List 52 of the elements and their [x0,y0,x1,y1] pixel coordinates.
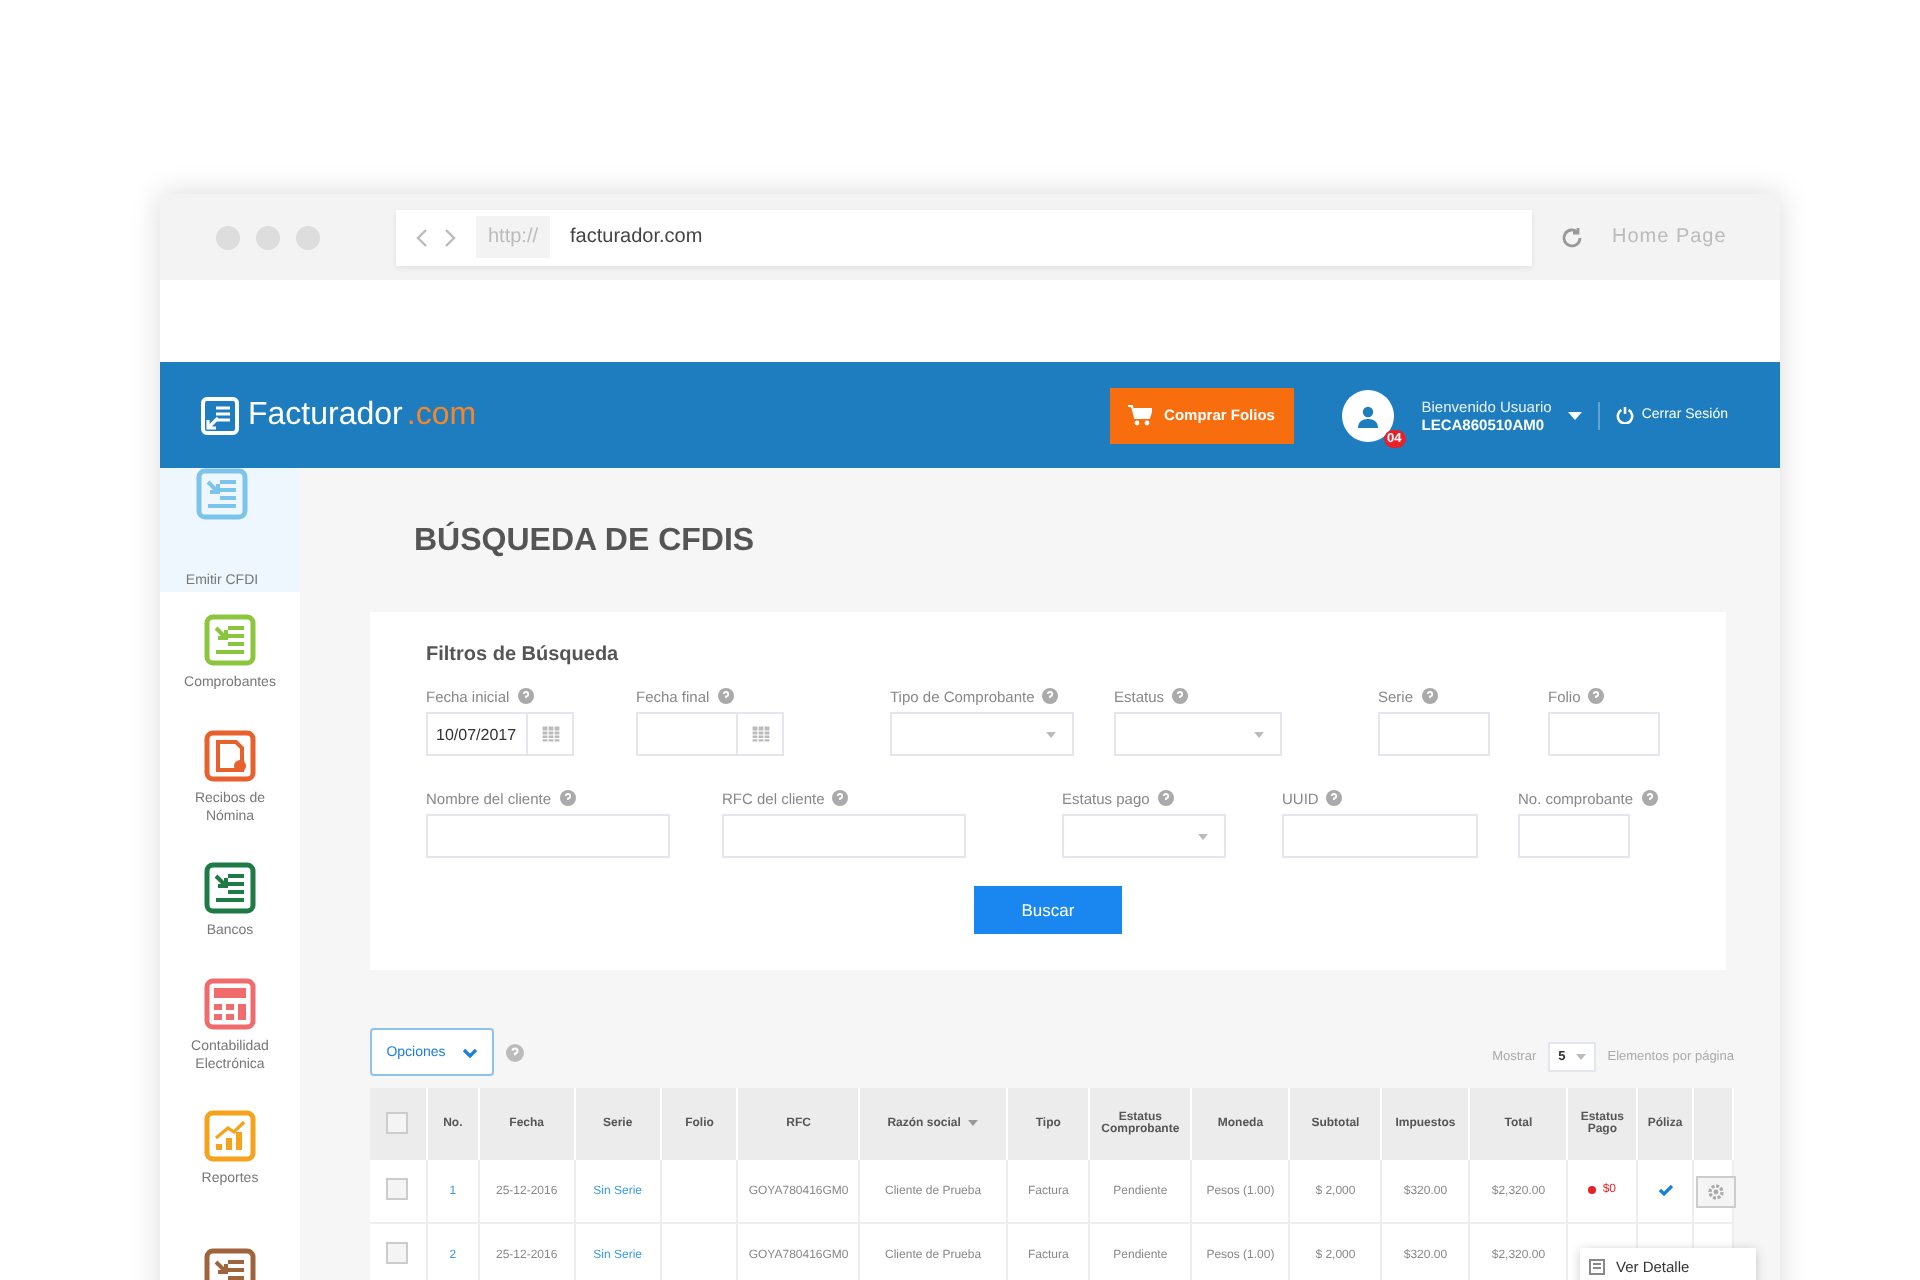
settings-button[interactable] [1695,1175,1736,1207]
protocol-label: http:// [476,216,551,258]
input-field[interactable] [1518,814,1630,858]
back-forward-icon[interactable] [416,227,456,247]
settings-icon [1705,1181,1726,1201]
help-icon[interactable] [1588,688,1605,704]
calendar-icon[interactable] [541,726,559,742]
logo-suffix: .com [406,397,477,433]
logo-icon [200,395,240,435]
row-checkbox[interactable] [386,1242,409,1264]
document-icon [1588,1258,1606,1276]
select-field[interactable] [1062,814,1226,858]
input-field[interactable] [1282,814,1478,858]
select-field[interactable] [890,712,1074,756]
date-field[interactable] [636,712,784,756]
caret-icon [1254,731,1264,737]
date-field[interactable]: 10/07/2017 [426,712,574,756]
address-bar[interactable]: http:// facturador.com [396,209,1532,265]
input-field[interactable] [426,814,670,858]
select-field[interactable] [1114,712,1282,756]
caret-icon [1198,833,1208,839]
help-icon[interactable] [559,790,576,806]
calendar-icon[interactable] [751,726,769,742]
help-icon[interactable] [1172,688,1189,704]
cart-icon [1128,404,1153,426]
help-icon[interactable] [517,688,534,704]
help-icon[interactable] [832,790,849,806]
sort-icon[interactable] [968,1119,979,1126]
help-icon[interactable] [1157,790,1174,806]
select-all-checkbox[interactable] [386,1111,409,1133]
page-title: BÚSQUEDA DE CFDIS [414,524,757,560]
url-text: facturador.com [570,226,703,248]
reload-icon[interactable] [1560,225,1584,249]
caret-icon [1575,1054,1586,1060]
power-icon [1615,406,1634,424]
input-field[interactable] [1548,712,1660,756]
chevron-down-icon [461,1047,478,1057]
input-field[interactable] [1378,712,1490,756]
logo-text: Facturador [248,397,403,433]
help-icon[interactable] [1326,790,1343,806]
user-icon [1355,403,1380,427]
help-icon[interactable] [717,688,734,704]
caret-icon[interactable] [1567,411,1582,419]
filter-title: Filtros de Búsqueda [426,644,621,666]
help-icon[interactable] [1421,688,1438,704]
help-icon[interactable] [1641,790,1658,806]
help-icon[interactable] [506,1043,524,1061]
input-field[interactable] [722,814,966,858]
search-button[interactable]: Buscar [974,886,1122,934]
caret-icon [1046,731,1056,737]
row-checkbox[interactable] [386,1178,409,1200]
help-icon[interactable] [1042,688,1059,704]
